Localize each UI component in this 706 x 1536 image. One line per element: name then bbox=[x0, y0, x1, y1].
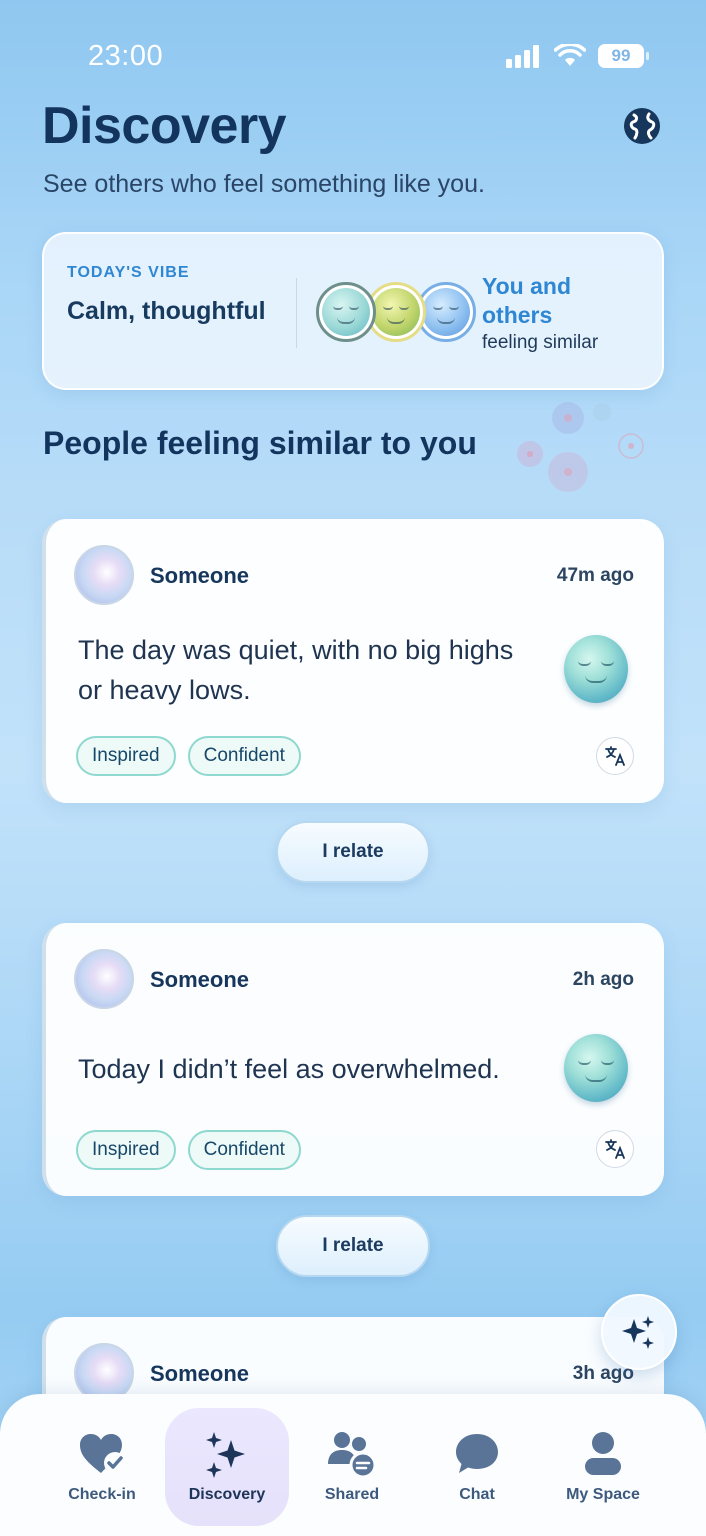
vibe-label: TODAY'S VIBE bbox=[67, 264, 190, 281]
tag-inspired[interactable]: Inspired bbox=[76, 736, 176, 776]
nav-label: My Space bbox=[566, 1486, 640, 1503]
others-title: You and others bbox=[482, 273, 572, 328]
nav-label: Check-in bbox=[68, 1486, 136, 1503]
translate-icon bbox=[605, 746, 625, 766]
heart-check-icon bbox=[80, 1434, 126, 1474]
bottom-navigation: Check-in Discovery Shared Chat My Space bbox=[0, 1394, 706, 1536]
nav-shared[interactable]: Shared bbox=[290, 1408, 414, 1526]
nav-label: Chat bbox=[459, 1486, 495, 1503]
nav-label: Shared bbox=[324, 1486, 380, 1503]
sparkles-icon bbox=[622, 1316, 654, 1349]
i-relate-button[interactable]: I relate bbox=[276, 821, 430, 883]
divider bbox=[296, 278, 297, 348]
page-subtitle: See others who feel something like you. bbox=[43, 170, 485, 198]
nav-my-space[interactable]: My Space bbox=[541, 1408, 665, 1526]
post-time: 47m ago bbox=[556, 565, 634, 586]
todays-vibe-card: TODAY'S VIBE Calm, thoughtful You and ot… bbox=[42, 232, 664, 390]
mood-face-icon bbox=[564, 1034, 628, 1102]
post-time: 2h ago bbox=[572, 969, 634, 990]
nav-discovery[interactable]: Discovery bbox=[165, 1408, 289, 1526]
post-text: The day was quiet, with no big highs or … bbox=[78, 635, 514, 705]
vibe-value: Calm, thoughtful bbox=[67, 297, 266, 325]
tag-list: Inspired Confident bbox=[76, 736, 301, 776]
globe-icon[interactable] bbox=[622, 106, 662, 146]
people-chat-icon bbox=[328, 1432, 377, 1478]
sparkle-fab-button[interactable] bbox=[601, 1294, 677, 1370]
section-title: People feeling similar to you bbox=[43, 425, 477, 461]
post-author: Someone bbox=[150, 967, 250, 992]
person-icon bbox=[585, 1432, 621, 1475]
nav-label: Discovery bbox=[188, 1486, 266, 1503]
post-author: Someone bbox=[150, 1361, 250, 1386]
tag-inspired[interactable]: Inspired bbox=[76, 1130, 176, 1170]
mood-face-icon bbox=[564, 635, 628, 703]
post-card[interactable]: Someone 47m ago The day was quiet, with … bbox=[42, 519, 664, 803]
chat-bubble-icon bbox=[456, 1434, 498, 1473]
translate-button[interactable] bbox=[596, 737, 634, 775]
face-avatar bbox=[316, 282, 376, 342]
others-subtitle: feeling similar bbox=[482, 332, 599, 353]
post-text: Today I didn’t feel as overwhelmed. bbox=[78, 1054, 500, 1084]
translate-icon bbox=[605, 1139, 625, 1159]
nav-chat[interactable]: Chat bbox=[415, 1408, 539, 1526]
page-title: Discovery bbox=[42, 97, 287, 155]
status-icons: 99 bbox=[506, 44, 649, 68]
status-time: 23:00 bbox=[88, 40, 164, 72]
nav-check-in[interactable]: Check-in bbox=[40, 1408, 164, 1526]
post-author: Someone bbox=[150, 563, 250, 588]
translate-button[interactable] bbox=[596, 1130, 634, 1168]
battery-indicator: 99 bbox=[598, 44, 649, 68]
tag-confident[interactable]: Confident bbox=[187, 736, 301, 776]
similar-faces-group bbox=[314, 282, 476, 346]
tag-confident[interactable]: Confident bbox=[187, 1130, 301, 1170]
post-card[interactable]: Someone 2h ago Today I didn’t feel as ov… bbox=[42, 923, 664, 1196]
decorative-bubbles bbox=[517, 402, 644, 492]
i-relate-button[interactable]: I relate bbox=[276, 1215, 430, 1277]
wifi-icon bbox=[554, 44, 586, 66]
author-avatar bbox=[74, 545, 134, 605]
sparkles-icon bbox=[206, 1432, 245, 1478]
tag-list: Inspired Confident bbox=[76, 1130, 301, 1170]
signal-icon bbox=[506, 45, 539, 68]
author-avatar bbox=[74, 949, 134, 1009]
